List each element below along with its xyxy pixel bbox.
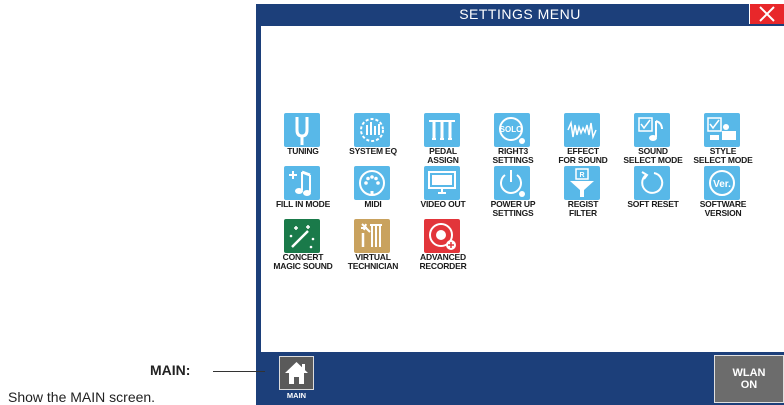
home-icon xyxy=(279,356,314,390)
wlan-status: ON xyxy=(740,379,758,391)
style-select-mode-item[interactable]: STYLE SELECT MODE xyxy=(681,113,765,169)
wlan-button[interactable]: WLAN ON xyxy=(714,355,784,403)
wlan-label: WLAN xyxy=(732,367,766,379)
waveform-icon xyxy=(564,113,600,147)
style-select-icon xyxy=(704,113,740,147)
bottom-bar: MAIN WLAN ON xyxy=(256,352,784,405)
monitor-icon xyxy=(424,166,460,200)
software-version-item[interactable]: Ver. SOFTWARE VERSION xyxy=(681,166,765,222)
annotation-title: MAIN: xyxy=(150,362,191,378)
settings-screen: SETTINGS MENU TUNING SYSTEM EQ PEDAL ASS xyxy=(256,4,784,405)
annotation-description: Show the MAIN screen. xyxy=(8,389,156,405)
reset-icon xyxy=(634,166,670,200)
item-label: ADVANCED RECORDER xyxy=(419,252,467,271)
recorder-icon xyxy=(424,219,460,253)
main-button-label: MAIN xyxy=(286,391,307,400)
close-button[interactable] xyxy=(749,4,784,24)
note-check-icon xyxy=(634,113,670,147)
power-gear-icon xyxy=(494,166,530,200)
item-label: STYLE SELECT MODE xyxy=(693,146,753,165)
technician-icon xyxy=(354,219,390,253)
advanced-recorder-item[interactable]: ADVANCED RECORDER xyxy=(401,219,485,275)
system-eq-icon xyxy=(354,113,390,147)
title-bar: SETTINGS MENU xyxy=(256,4,784,24)
version-icon: Ver. xyxy=(704,166,740,200)
main-button[interactable]: MAIN xyxy=(279,356,314,402)
midi-icon xyxy=(354,166,390,200)
fill-in-icon xyxy=(284,166,320,200)
pedal-icon xyxy=(424,113,460,147)
svg-text:R: R xyxy=(579,172,584,179)
close-icon xyxy=(759,6,775,22)
item-label: SOFTWARE VERSION xyxy=(699,199,747,218)
tuning-fork-icon xyxy=(284,113,320,147)
filter-icon: R xyxy=(564,166,600,200)
window-title: SETTINGS MENU xyxy=(459,6,581,22)
svg-text:Ver.: Ver. xyxy=(713,179,731,190)
magic-wand-icon xyxy=(284,219,320,253)
solo-gear-icon: SOLO xyxy=(494,113,530,147)
annotation-leader-line xyxy=(213,371,265,372)
svg-text:SOLO: SOLO xyxy=(500,125,523,134)
settings-grid: TUNING SYSTEM EQ PEDAL ASSIGN SOLO RIGHT… xyxy=(261,26,784,352)
